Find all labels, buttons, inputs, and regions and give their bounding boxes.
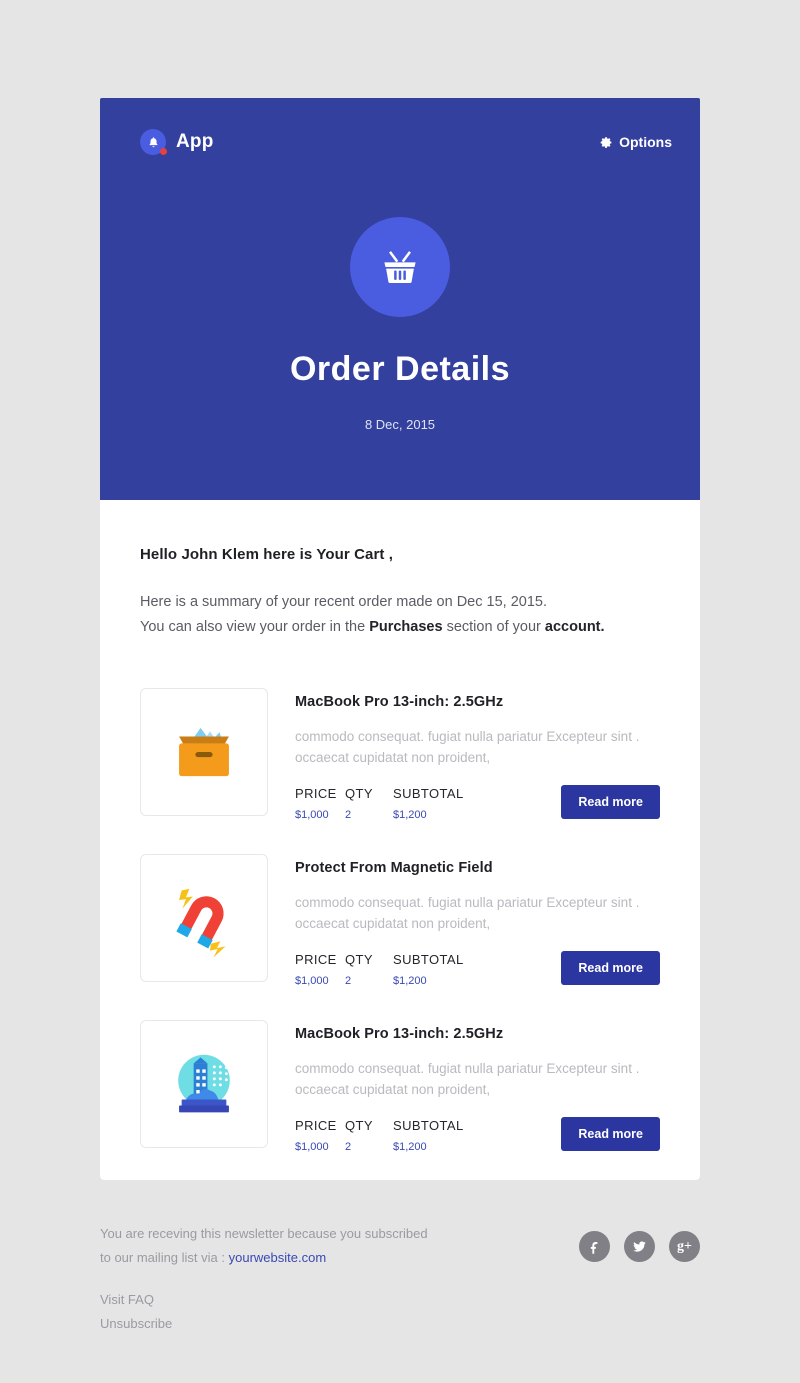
subtotal-value: $1,200 <box>393 1141 427 1153</box>
product-description-line-2: occaecat cupidatat non proident, <box>295 916 491 931</box>
email-container: App Options Order Details 8 Dec, 2015 He… <box>100 98 700 1180</box>
qty-column: QTY 2 <box>345 1118 393 1153</box>
qty-label: QTY <box>345 952 373 967</box>
intro-text: Here is a summary of your recent order m… <box>140 590 660 640</box>
price-column: PRICE $1,000 <box>295 1118 345 1153</box>
qty-value: 2 <box>345 809 352 821</box>
subtotal-label: SUBTOTAL <box>393 952 464 967</box>
price-label: PRICE <box>295 786 337 801</box>
product-title: MacBook Pro 13-inch: 2.5GHz <box>295 1026 504 1042</box>
archive-box-icon <box>179 727 229 777</box>
email-body: Hello John Klem here is Your Cart , Here… <box>100 500 700 1180</box>
unsubscribe-link[interactable]: Unsubscribe <box>100 1312 428 1336</box>
subtotal-column: SUBTOTAL $1,200 <box>393 1118 464 1153</box>
product-description-line-2: occaecat cupidatat non proident, <box>295 750 491 765</box>
product-title: MacBook Pro 13-inch: 2.5GHz <box>295 694 504 710</box>
email-page: App Options Order Details 8 Dec, 2015 He… <box>0 0 800 1383</box>
subtotal-value: $1,200 <box>393 975 427 987</box>
snow-globe-icon <box>178 1054 230 1113</box>
read-more-button[interactable]: Read more <box>561 951 660 985</box>
price-value: $1,000 <box>295 809 329 821</box>
options-label: Options <box>619 134 672 150</box>
account-emphasis: account. <box>544 619 605 635</box>
subtotal-column: SUBTOTAL $1,200 <box>393 786 464 821</box>
product-list: MacBook Pro 13-inch: 2.5GHz commodo cons… <box>140 688 660 1153</box>
email-footer: You are receving this newsletter because… <box>100 1215 700 1336</box>
magnet-icon <box>176 888 226 958</box>
product-title: Protect From Magnetic Field <box>295 860 493 876</box>
intro-part-2: section of your <box>442 619 545 635</box>
product-thumbnail <box>140 688 268 816</box>
brand[interactable]: App <box>140 129 214 155</box>
product-description-line-1: commodo consequat. fugiat nulla pariatur… <box>295 895 640 910</box>
product-description: commodo consequat. fugiat nulla pariatur… <box>295 1058 645 1100</box>
shopping-basket-icon <box>350 217 450 317</box>
price-column: PRICE $1,000 <box>295 786 345 821</box>
price-column: PRICE $1,000 <box>295 952 345 987</box>
qty-value: 2 <box>345 1141 352 1153</box>
subtotal-value: $1,200 <box>393 809 427 821</box>
product-description: commodo consequat. fugiat nulla pariatur… <box>295 892 645 934</box>
product-description: commodo consequat. fugiat nulla pariatur… <box>295 726 645 768</box>
qty-label: QTY <box>345 1118 373 1133</box>
greeting: Hello John Klem here is Your Cart , <box>140 546 394 563</box>
brand-name: App <box>176 131 214 152</box>
page-title: Order Details <box>289 350 511 388</box>
qty-column: QTY 2 <box>345 786 393 821</box>
footer-links: Visit FAQ Unsubscribe <box>100 1288 428 1336</box>
price-value: $1,000 <box>295 1141 329 1153</box>
product-description-line-1: commodo consequat. fugiat nulla pariatur… <box>295 729 640 744</box>
google-plus-glyph: g+ <box>677 1238 692 1254</box>
order-date: 8 Dec, 2015 <box>364 417 436 432</box>
header-bar: App Options <box>100 122 700 162</box>
product-row: Protect From Magnetic Field commodo cons… <box>140 854 660 987</box>
footer-line-2-prefix: to our mailing list via : <box>100 1250 229 1265</box>
product-info: Protect From Magnetic Field commodo cons… <box>268 854 660 987</box>
product-row: MacBook Pro 13-inch: 2.5GHz commodo cons… <box>140 688 660 821</box>
options-button[interactable]: Options <box>600 134 672 150</box>
intro-part-1: You can also view your order in the <box>140 619 370 635</box>
qty-column: QTY 2 <box>345 952 393 987</box>
product-row: MacBook Pro 13-inch: 2.5GHz commodo cons… <box>140 1020 660 1153</box>
price-label: PRICE <box>295 1118 337 1133</box>
product-thumbnail <box>140 1020 268 1148</box>
twitter-icon[interactable] <box>624 1231 655 1262</box>
footer-line-1: You are receving this newsletter because… <box>100 1226 428 1241</box>
visit-faq-link[interactable]: Visit FAQ <box>100 1288 428 1312</box>
notification-dot <box>160 148 167 155</box>
product-info: MacBook Pro 13-inch: 2.5GHz commodo cons… <box>268 1020 660 1153</box>
product-info: MacBook Pro 13-inch: 2.5GHz commodo cons… <box>268 688 660 821</box>
price-value: $1,000 <box>295 975 329 987</box>
subtotal-label: SUBTOTAL <box>393 786 464 801</box>
intro-line-2: You can also view your order in the Purc… <box>140 615 660 640</box>
website-link[interactable]: yourwebsite.com <box>229 1250 327 1265</box>
product-description-line-1: commodo consequat. fugiat nulla pariatur… <box>295 1061 640 1076</box>
price-label: PRICE <box>295 952 337 967</box>
gear-icon <box>600 136 612 148</box>
qty-label: QTY <box>345 786 373 801</box>
bell-icon-wrapper <box>140 129 167 155</box>
hero-section: App Options Order Details 8 Dec, 2015 <box>100 98 700 500</box>
product-description-line-2: occaecat cupidatat non proident, <box>295 1082 491 1097</box>
social-links: g+ <box>579 1215 700 1262</box>
google-plus-icon[interactable]: g+ <box>669 1231 700 1262</box>
facebook-icon[interactable] <box>579 1231 610 1262</box>
qty-value: 2 <box>345 975 352 987</box>
subtotal-label: SUBTOTAL <box>393 1118 464 1133</box>
footer-line-2: to our mailing list via : yourwebsite.co… <box>100 1246 428 1270</box>
read-more-button[interactable]: Read more <box>561 1117 660 1151</box>
intro-line-1: Here is a summary of your recent order m… <box>140 594 547 610</box>
product-thumbnail <box>140 854 268 982</box>
purchases-emphasis: Purchases <box>369 619 443 635</box>
subtotal-column: SUBTOTAL $1,200 <box>393 952 464 987</box>
footer-text: You are receving this newsletter because… <box>100 1215 428 1336</box>
read-more-button[interactable]: Read more <box>561 785 660 819</box>
